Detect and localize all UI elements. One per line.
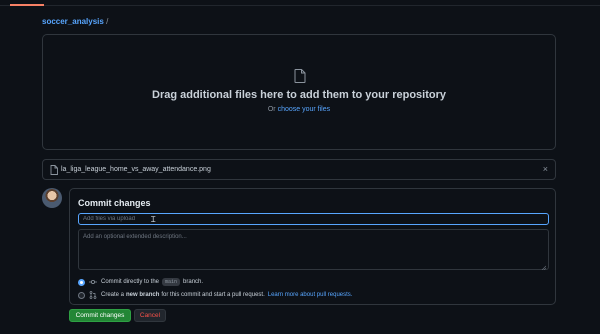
new-branch-suffix: for this commit and start a pull request… — [161, 292, 265, 298]
commit-heading: Commit changes — [78, 198, 151, 208]
avatar — [42, 188, 62, 208]
new-branch-option[interactable]: Create a new branch for this commit and … — [78, 291, 352, 299]
new-branch-bold-text: new branch — [126, 292, 160, 298]
breadcrumb-separator: / — [106, 17, 109, 26]
commit-changes-panel: Commit changes Ɪ Commit directly to the … — [69, 188, 556, 305]
breadcrumb-repo-link[interactable]: soccer_analysis — [42, 17, 104, 26]
pull-request-icon — [89, 291, 97, 299]
new-branch-prefix: Create a — [101, 292, 125, 298]
file-icon — [50, 165, 58, 175]
dropzone-prefix: Or — [267, 106, 276, 113]
commit-direct-text: Commit directly to the — [101, 279, 160, 285]
dropzone-subtitle: Or choose your files — [43, 106, 555, 113]
file-icon — [294, 69, 306, 83]
uploaded-file-name: la_liga_league_home_vs_away_attendance.p… — [61, 166, 211, 173]
branch-name-badge: main — [162, 278, 181, 286]
commit-direct-option[interactable]: Commit directly to the main branch. — [78, 278, 203, 286]
uploaded-file-row: la_liga_league_home_vs_away_attendance.p… — [42, 159, 556, 180]
commit-description-input[interactable] — [78, 229, 549, 270]
active-tab-underline — [10, 4, 44, 6]
text-cursor-icon: Ɪ — [151, 215, 156, 224]
breadcrumb: soccer_analysis / — [42, 17, 108, 26]
top-nav-bar — [0, 0, 600, 6]
learn-more-pr-link[interactable]: Learn more about pull requests. — [268, 292, 353, 298]
choose-files-link[interactable]: choose your files — [278, 106, 331, 113]
cancel-button[interactable]: Cancel — [134, 309, 166, 322]
resize-handle-icon[interactable] — [541, 265, 546, 270]
commit-direct-radio[interactable] — [78, 278, 85, 286]
commit-summary-input[interactable] — [78, 213, 549, 225]
new-branch-radio[interactable] — [78, 291, 85, 299]
git-commit-icon — [89, 280, 97, 285]
commit-changes-button[interactable]: Commit changes — [69, 309, 131, 322]
remove-file-icon[interactable]: × — [543, 164, 548, 174]
commit-direct-suffix: branch. — [183, 279, 204, 285]
dropzone-title: Drag additional files here to add them t… — [152, 89, 446, 101]
file-dropzone[interactable]: Drag additional files here to add them t… — [42, 34, 556, 150]
